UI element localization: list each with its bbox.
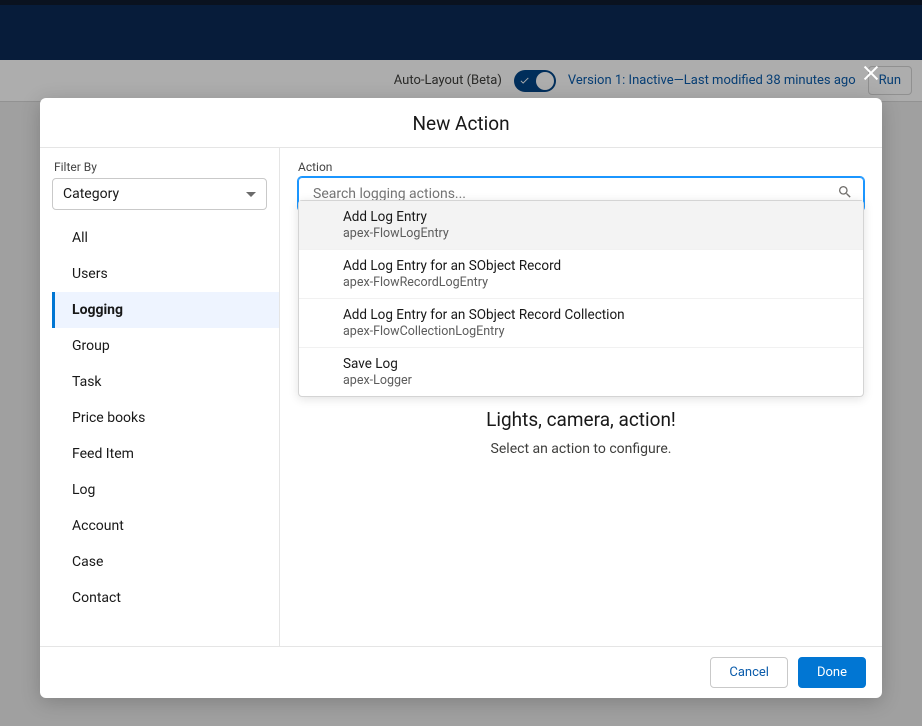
cancel-button[interactable]: Cancel (710, 657, 788, 688)
action-option-sub: apex-FlowCollectionLogEntry (343, 324, 851, 339)
empty-subtext: Select an action to configure. (280, 441, 882, 457)
action-option-title: Add Log Entry for an SObject Record (343, 258, 851, 274)
empty-heading: Lights, camera, action! (280, 408, 882, 431)
action-option[interactable]: Add Log Entry for an SObject Record Coll… (299, 299, 863, 348)
modal-body: Filter By Category AllUsersLoggingGroupT… (40, 148, 882, 646)
category-item[interactable]: Log (52, 472, 279, 508)
category-item[interactable]: Logging (52, 292, 279, 328)
action-option-title: Add Log Entry (343, 209, 851, 225)
action-dropdown: Add Log Entryapex-FlowLogEntryAdd Log En… (298, 200, 864, 397)
filter-by-label: Filter By (52, 160, 267, 178)
category-list[interactable]: AllUsersLoggingGroupTaskPrice booksFeed … (52, 220, 279, 634)
action-option[interactable]: Add Log Entry for an SObject Recordapex-… (299, 250, 863, 299)
action-panel: Action Add Log Entryapex-FlowLogEntryAdd… (280, 148, 882, 646)
modal-title: New Action (40, 112, 882, 135)
category-item[interactable]: Contact (52, 580, 279, 616)
action-option-sub: apex-FlowLogEntry (343, 226, 851, 241)
done-button[interactable]: Done (798, 657, 866, 688)
category-item[interactable]: Users (52, 256, 279, 292)
new-action-modal: New Action Filter By Category AllUsersLo… (40, 98, 882, 698)
action-field-label: Action (298, 160, 864, 177)
category-item[interactable]: Case (52, 544, 279, 580)
filter-type-select[interactable]: Category (52, 178, 267, 210)
category-item[interactable]: Task (52, 364, 279, 400)
category-item[interactable]: Feed Item (52, 436, 279, 472)
category-item[interactable]: All (52, 220, 279, 256)
filter-sidebar: Filter By Category AllUsersLoggingGroupT… (40, 148, 280, 646)
action-option-sub: apex-FlowRecordLogEntry (343, 275, 851, 290)
modal-header: New Action (40, 98, 882, 148)
action-option-title: Save Log (343, 356, 851, 372)
close-modal-button[interactable] (860, 62, 882, 88)
action-option-sub: apex-Logger (343, 373, 851, 388)
category-item[interactable]: Account (52, 508, 279, 544)
action-option[interactable]: Add Log Entryapex-FlowLogEntry (299, 201, 863, 250)
modal-footer: Cancel Done (40, 646, 882, 698)
empty-state: Lights, camera, action! Select an action… (280, 408, 882, 457)
action-option[interactable]: Save Logapex-Logger (299, 348, 863, 396)
action-option-title: Add Log Entry for an SObject Record Coll… (343, 307, 851, 323)
category-item[interactable]: Price books (52, 400, 279, 436)
filter-select-value: Category (63, 186, 119, 202)
category-item[interactable]: Group (52, 328, 279, 364)
chevron-down-icon (246, 192, 256, 197)
